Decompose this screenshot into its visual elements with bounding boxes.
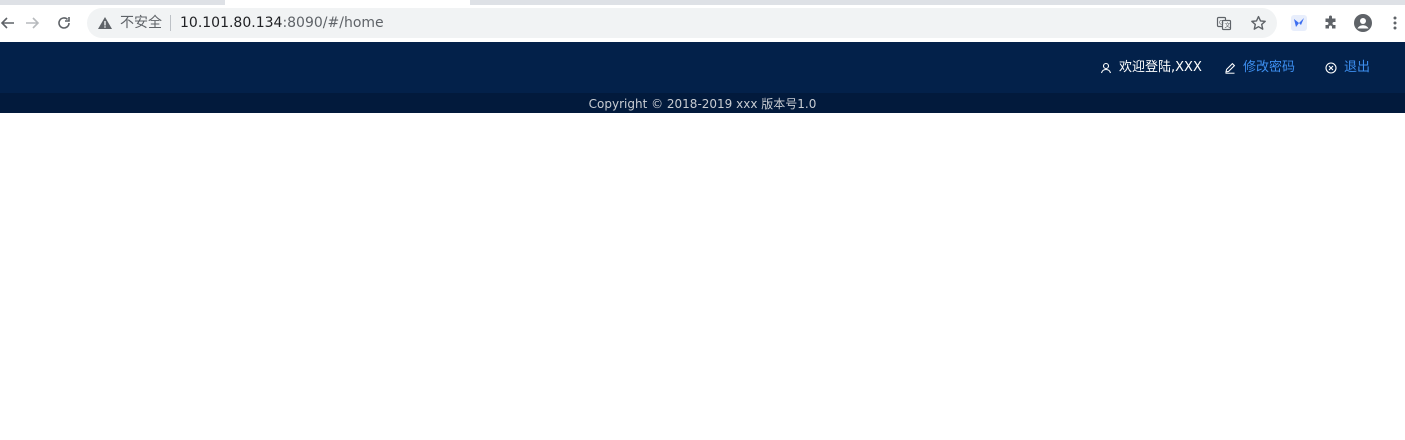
- warning-icon[interactable]: [97, 15, 113, 31]
- address-bar[interactable]: 不安全 10.101.80.134:8090/#/home G文: [87, 8, 1277, 38]
- star-icon[interactable]: [1248, 13, 1268, 33]
- extension-app-icon[interactable]: [1288, 12, 1310, 34]
- divider: [170, 15, 171, 31]
- kebab-menu-icon[interactable]: [1384, 12, 1405, 34]
- url-host: 10.101.80.134: [180, 15, 283, 31]
- url-path: :8090/#/home: [282, 15, 384, 31]
- profile-icon[interactable]: [1352, 12, 1374, 34]
- logout-label[interactable]: 退出: [1344, 59, 1370, 77]
- browser-toolbar: 不安全 10.101.80.134:8090/#/home G文: [0, 5, 1405, 42]
- logout-link[interactable]: 退出: [1325, 59, 1370, 77]
- translate-icon[interactable]: G文: [1214, 13, 1234, 33]
- change-password-link[interactable]: 修改密码: [1224, 59, 1295, 77]
- close-circle-icon: [1325, 62, 1337, 74]
- edit-icon: [1225, 62, 1236, 74]
- forward-arrow-icon[interactable]: [18, 9, 46, 37]
- welcome-user: 欢迎登陆,XXX: [1100, 59, 1202, 77]
- welcome-text: 欢迎登陆,XXX: [1119, 60, 1202, 75]
- svg-text:文: 文: [1225, 22, 1231, 30]
- copyright-text: Copyright © 2018-2019 xxx 版本号1.0: [588, 96, 817, 111]
- url-text[interactable]: 10.101.80.134:8090/#/home: [180, 14, 384, 32]
- security-status[interactable]: 不安全: [120, 14, 162, 32]
- reload-icon[interactable]: [50, 9, 78, 37]
- change-password-label[interactable]: 修改密码: [1243, 59, 1295, 77]
- puzzle-icon[interactable]: [1320, 12, 1342, 34]
- svg-text:G: G: [1219, 20, 1224, 27]
- user-icon: [1100, 62, 1112, 74]
- main-content: [0, 113, 1405, 440]
- copyright-bar: Copyright © 2018-2019 xxx 版本号1.0: [0, 93, 1405, 113]
- app-header: 欢迎登陆,XXX 修改密码 退出: [0, 42, 1405, 93]
